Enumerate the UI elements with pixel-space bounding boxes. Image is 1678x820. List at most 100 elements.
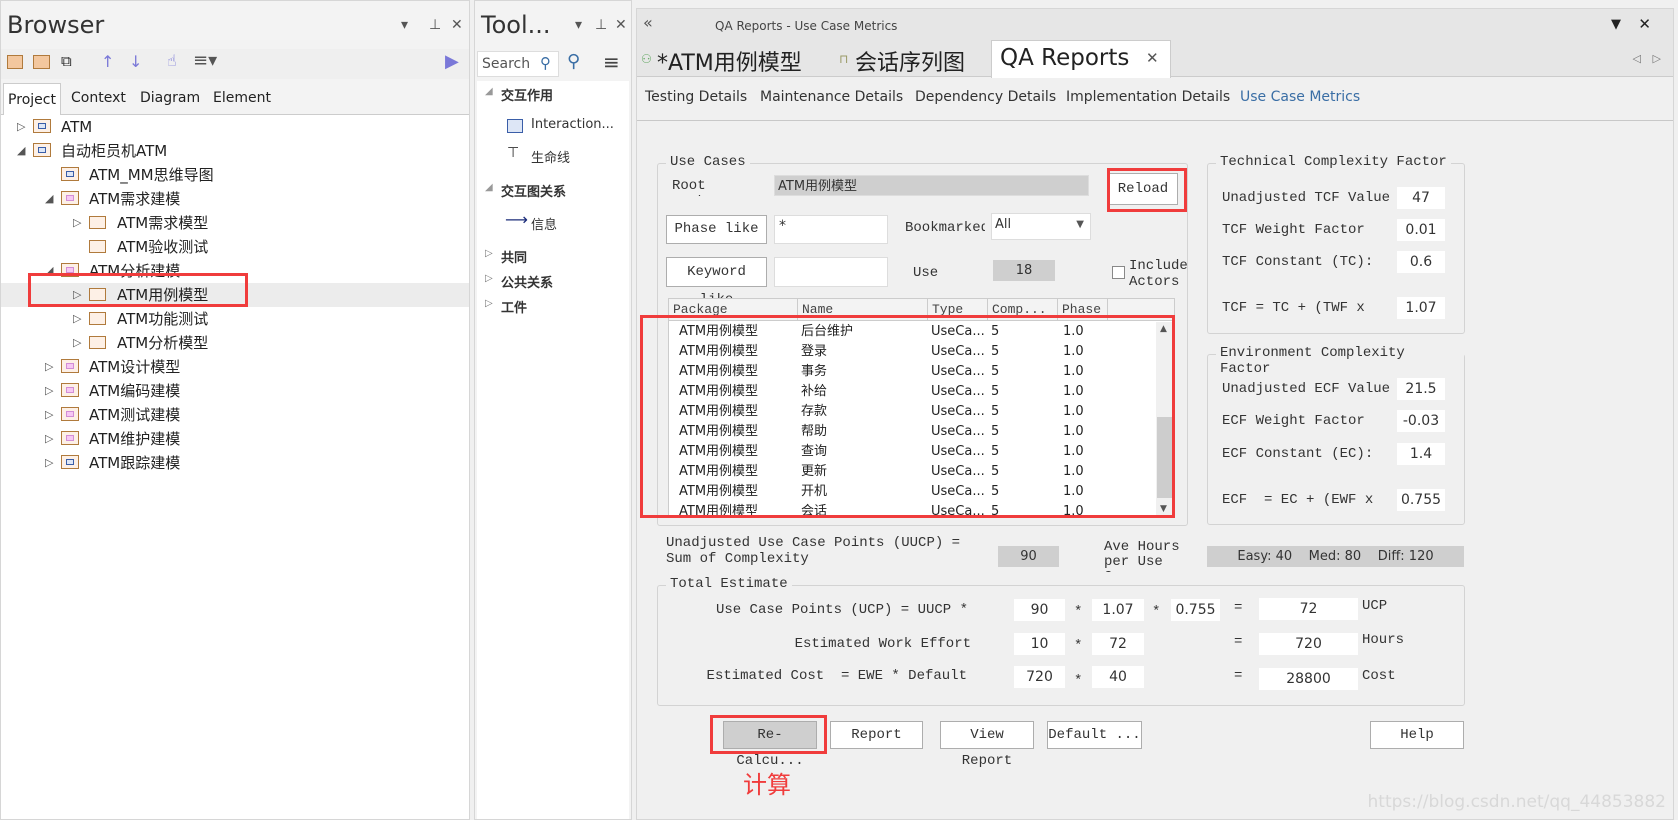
section-artifacts[interactable]: 工件 xyxy=(501,297,527,316)
touch-icon[interactable]: ☝ xyxy=(167,51,177,70)
collapsed-icon[interactable]: ▷ xyxy=(45,451,53,475)
search-icon[interactable]: ⚲ xyxy=(540,54,551,72)
menu-icon[interactable]: ≡▾ xyxy=(193,50,217,71)
tree-item[interactable]: ▷ ATM功能测试 xyxy=(1,307,469,331)
tree-item-label: ATM跟踪建模 xyxy=(89,454,181,472)
tool-interaction[interactable]: Interaction... xyxy=(531,117,614,132)
toolbox-search-input[interactable]: Search ⚲ xyxy=(477,51,559,77)
doc-tab-sequence[interactable]: 会话序列图 xyxy=(855,45,965,77)
tree-item[interactable]: ▷ ATM测试建模 xyxy=(1,403,469,427)
include-actors-checkbox[interactable] xyxy=(1112,266,1125,279)
subtab-maintenance[interactable]: Maintenance Details xyxy=(760,89,903,105)
tree-item[interactable]: ▷ ATM编码建模 xyxy=(1,379,469,403)
close-icon[interactable]: ✕ xyxy=(451,17,463,33)
pin-icon[interactable]: ⊥ xyxy=(595,17,607,33)
section-interaction[interactable]: 交互作用 xyxy=(501,85,553,104)
collapsed-icon[interactable]: ▷ xyxy=(73,307,81,331)
collapsed-icon[interactable]: ▷ xyxy=(45,355,53,379)
bookmarked-select[interactable]: All ▼ xyxy=(991,213,1091,240)
tree-item[interactable]: ▷ ATM跟踪建模 xyxy=(1,451,469,475)
new-package-icon[interactable] xyxy=(7,55,23,69)
tree-item-label: ATM维护建模 xyxy=(89,430,181,448)
tree-item[interactable]: ▷ ATM分析模型 xyxy=(1,331,469,355)
search-placeholder: Search xyxy=(482,56,531,72)
tab-diagram[interactable]: Diagram xyxy=(140,90,200,106)
multiply-sign: * xyxy=(1074,638,1083,654)
cost-unit: Cost xyxy=(1362,668,1396,684)
collapsed-icon[interactable]: ▷ xyxy=(485,248,493,259)
scroll-left-icon[interactable]: ◁ xyxy=(1633,52,1641,65)
folder-icon[interactable] xyxy=(33,55,50,69)
tree-item[interactable]: ATM验收测试 xyxy=(1,235,469,259)
expanded-icon[interactable]: ◢ xyxy=(17,139,25,163)
menu-icon[interactable]: ≡ xyxy=(603,50,620,74)
scroll-right-icon[interactable]: ▷ xyxy=(1653,52,1661,65)
section-common[interactable]: 共同 xyxy=(501,247,527,266)
tab-project[interactable]: Project xyxy=(3,83,61,116)
expanded-icon[interactable]: ◢ xyxy=(485,182,493,193)
tree-item[interactable]: ▷ ATM需求模型 xyxy=(1,211,469,235)
tree-item[interactable]: ◢ 自动柜员机ATM xyxy=(1,139,469,163)
subtab-implementation[interactable]: Implementation Details xyxy=(1066,89,1230,105)
collapsed-icon[interactable]: ▷ xyxy=(485,273,493,284)
dropdown-icon[interactable]: ▾ xyxy=(401,17,408,33)
tree-item[interactable]: ▷ ATM维护建模 xyxy=(1,427,469,451)
view-icon xyxy=(61,407,79,421)
ecf-row-label: ECF Constant (EC): xyxy=(1222,446,1374,462)
tree-item[interactable]: ◢ ATM需求建模 xyxy=(1,187,469,211)
collapsed-icon[interactable]: ▷ xyxy=(45,403,53,427)
close-icon[interactable]: ✕ xyxy=(1638,15,1651,33)
find-icon[interactable]: ⚲ xyxy=(567,51,580,72)
phase-like-button[interactable]: Phase like xyxy=(666,215,767,244)
dropdown-icon[interactable]: ▼ xyxy=(1611,17,1621,32)
tab-context[interactable]: Context xyxy=(71,90,126,106)
pin-icon[interactable]: ⊥ xyxy=(429,17,441,33)
subtab-dependency[interactable]: Dependency Details xyxy=(915,89,1056,105)
tool-message[interactable]: 信息 xyxy=(531,214,557,233)
close-icon[interactable]: ✕ xyxy=(615,17,627,33)
help-button[interactable]: Help xyxy=(1370,721,1464,749)
package-icon xyxy=(33,119,51,133)
collapse-icon[interactable]: « xyxy=(643,13,653,32)
phase-input[interactable]: * xyxy=(774,215,888,244)
move-up-icon[interactable]: ↑ xyxy=(101,52,114,71)
close-tab-icon[interactable]: ✕ xyxy=(1146,49,1159,67)
collapsed-icon[interactable]: ▷ xyxy=(45,427,53,451)
section-interaction-relations[interactable]: 交互图关系 xyxy=(501,181,566,200)
collapsed-icon[interactable]: ▷ xyxy=(45,379,53,403)
default-button[interactable]: Default ... xyxy=(1047,721,1142,749)
report-button[interactable]: Report xyxy=(830,721,923,749)
tree-item[interactable]: ▷ ATM设计模型 xyxy=(1,355,469,379)
collapsed-icon[interactable]: ▷ xyxy=(73,331,81,355)
tool-lifeline[interactable]: 生命线 xyxy=(531,147,570,166)
section-common-relations[interactable]: 公共关系 xyxy=(501,272,553,291)
tcf-row-label: TCF = TC + (TWF x xyxy=(1222,300,1365,316)
equals-sign: = xyxy=(1234,600,1243,616)
keyword-like-button[interactable]: Keyword like xyxy=(666,257,767,308)
subtab-use-case-metrics[interactable]: Use Case Metrics xyxy=(1240,89,1360,105)
doc-tabs: ⚇ *ATM用例模型 ⊓ 会话序列图 QA Reports ✕ ◁ ▷ xyxy=(637,40,1673,78)
doc-tab-qa-reports[interactable]: QA Reports ✕ xyxy=(991,40,1171,78)
collapsed-icon[interactable]: ▷ xyxy=(485,298,493,309)
play-icon[interactable]: ▶ xyxy=(445,51,459,72)
tab-element[interactable]: Element xyxy=(213,90,271,106)
view-icon-blue xyxy=(61,455,79,469)
tree-item[interactable]: ▷ ATM xyxy=(1,115,469,139)
move-down-icon[interactable]: ↓ xyxy=(129,52,142,71)
tree-item-label: 自动柜员机ATM xyxy=(61,142,168,160)
sequence-diagram-icon: ⊓ xyxy=(839,52,849,66)
expanded-icon[interactable]: ◢ xyxy=(485,86,493,97)
expanded-icon[interactable]: ◢ xyxy=(45,187,53,211)
dropdown-icon[interactable]: ▾ xyxy=(575,17,582,33)
keyword-input[interactable] xyxy=(774,257,888,287)
tree-item[interactable]: ATM_MM思维导图 xyxy=(1,163,469,187)
collapsed-icon[interactable]: ▷ xyxy=(17,115,25,139)
hierarchy-icon[interactable]: ⧉ xyxy=(61,52,72,70)
subtab-testing[interactable]: Testing Details xyxy=(645,89,747,105)
doc-tab-usecase-model[interactable]: *ATM用例模型 xyxy=(657,45,802,77)
root-package-value: ATM用例模型 xyxy=(774,175,1089,196)
collapsed-icon[interactable]: ▷ xyxy=(73,211,81,235)
annotation-label: 计算 xyxy=(743,771,791,799)
view-report-button[interactable]: View Report xyxy=(940,721,1034,769)
tree-item-label: ATM验收测试 xyxy=(117,238,209,256)
